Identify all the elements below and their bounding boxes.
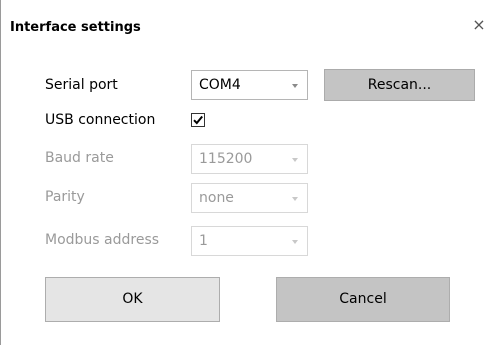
dialog-title: Interface settings [10,20,141,35]
serial-port-value: COM4 [199,77,241,93]
serial-port-select[interactable]: COM4 [191,70,308,100]
chevron-down-icon [292,240,298,244]
check-icon [193,115,203,125]
close-icon[interactable]: × [470,16,488,34]
modbus-address-value: 1 [199,233,208,249]
chevron-down-icon [292,158,298,162]
modbus-address-select: 1 [191,226,308,256]
usb-connection-label: USB connection [45,112,156,128]
chevron-down-icon [292,197,298,201]
usb-connection-checkbox[interactable] [191,113,205,127]
baud-rate-value: 115200 [199,151,253,167]
baud-rate-select: 115200 [191,144,308,174]
modbus-address-label: Modbus address [45,232,160,248]
baud-rate-label: Baud rate [45,150,114,166]
rescan-button[interactable]: Rescan... [324,69,475,101]
chevron-down-icon [292,84,298,88]
ok-button[interactable]: OK [45,277,220,322]
parity-label: Parity [45,189,85,205]
parity-value: none [199,190,234,206]
interface-settings-dialog: Interface settings × Serial port COM4 Re… [0,0,492,345]
serial-port-label: Serial port [45,77,118,93]
cancel-button[interactable]: Cancel [276,277,450,322]
parity-select: none [191,183,308,213]
